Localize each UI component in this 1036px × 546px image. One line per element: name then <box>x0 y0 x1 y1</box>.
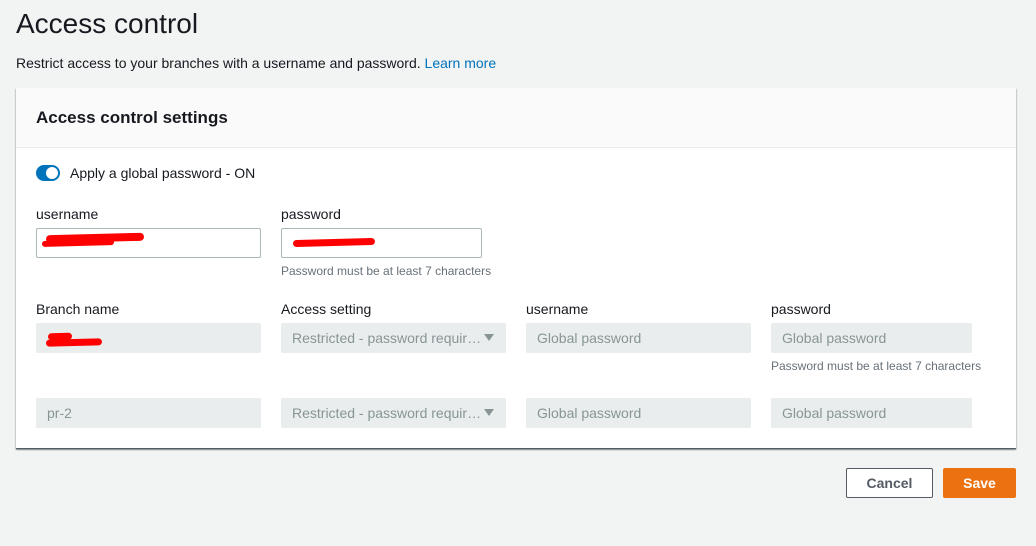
access-setting-select[interactable]: Restricted - password required <box>281 323 506 353</box>
panel-title: Access control settings <box>36 108 228 127</box>
branch-username-field: Global password <box>526 398 751 428</box>
global-password-label: password <box>281 206 341 222</box>
column-header-access-setting: Access setting <box>281 301 372 317</box>
access-setting-value: Restricted - password required <box>292 405 482 421</box>
column-header-username: username <box>526 301 589 317</box>
redaction-mark <box>45 338 103 347</box>
global-password-toggle-label: Apply a global password - ON <box>70 165 256 181</box>
branch-password-field: Global password <box>771 398 972 428</box>
branch-password-field: Global password <box>771 323 972 353</box>
global-password-hint: Password must be at least 7 characters <box>281 264 492 278</box>
column-header-password: password <box>771 301 831 317</box>
save-button[interactable]: Save <box>943 468 1016 498</box>
branch-password-hint: Password must be at least 7 characters <box>771 359 982 373</box>
toggle-knob <box>46 167 58 179</box>
caret-down-icon <box>484 334 494 341</box>
caret-down-icon <box>484 409 494 416</box>
column-header-branch-name: Branch name <box>36 301 120 317</box>
access-setting-value: Restricted - password required <box>292 330 482 346</box>
page-description-text: Restrict access to your branches with a … <box>16 55 421 71</box>
page-title: Access control <box>16 8 199 39</box>
access-control-settings-panel: Access control settings Apply a global p… <box>16 88 1016 449</box>
learn-more-link[interactable]: Learn more <box>425 55 497 71</box>
page-description: Restrict access to your branches with a … <box>16 54 496 72</box>
cancel-button[interactable]: Cancel <box>846 468 933 498</box>
global-password-toggle[interactable] <box>36 165 60 181</box>
branch-name-field: pr-2 <box>36 398 261 428</box>
panel-header: Access control settings <box>16 88 1016 148</box>
access-setting-select[interactable]: Restricted - password required <box>281 398 506 428</box>
branch-username-field: Global password <box>526 323 751 353</box>
global-username-label: username <box>36 206 99 222</box>
